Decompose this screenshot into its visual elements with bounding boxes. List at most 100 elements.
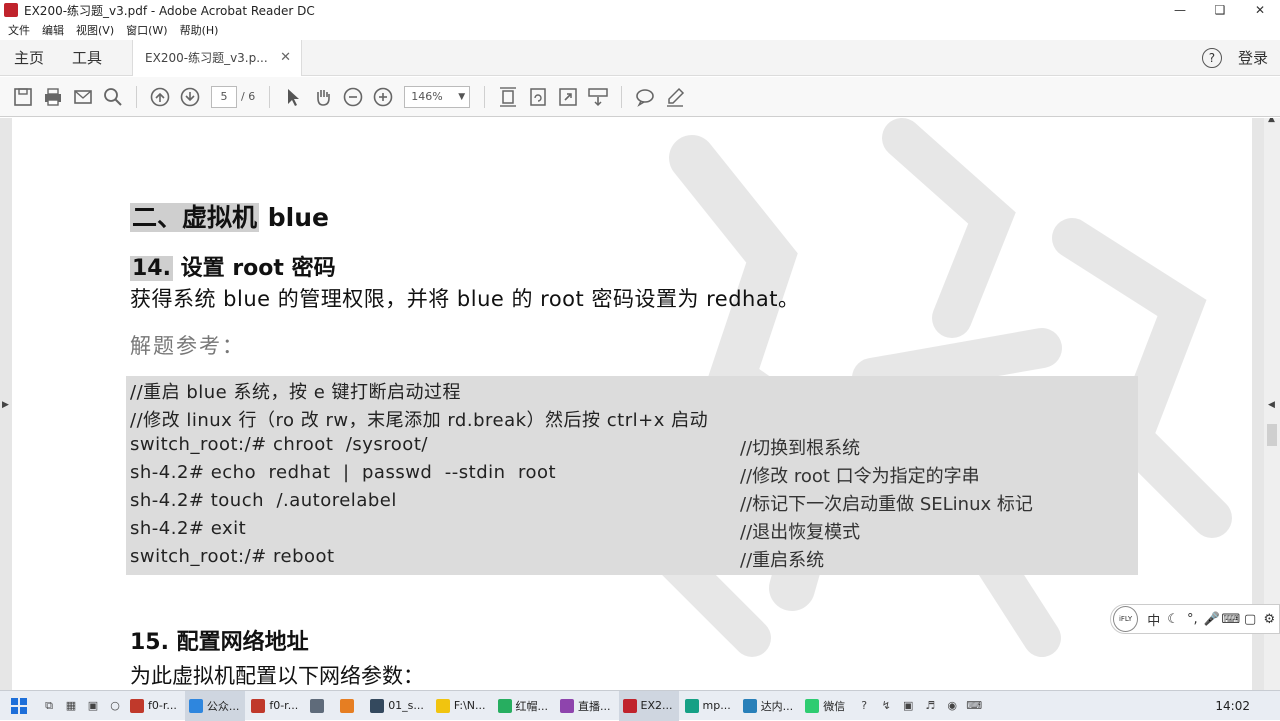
skin-icon[interactable]: ▢ [1240,612,1259,627]
microphone-icon[interactable]: 🎤 [1202,612,1221,627]
gear-icon[interactable]: ⚙ [1260,612,1279,627]
taskbar-app[interactable] [336,691,364,721]
taskbar-app[interactable]: 直播... [556,691,617,721]
pdf-page: 二、虚拟机 blue 14. 设置 root 密码 获得系统 blue 的管理权… [12,118,1252,690]
taskbar-app[interactable]: EX2... [618,690,679,721]
document-viewport[interactable]: 二、虚拟机 blue 14. 设置 root 密码 获得系统 blue 的管理权… [0,118,1280,690]
app-icon[interactable]: ○ [104,691,126,721]
zoom-out-icon[interactable] [338,82,368,112]
zoom-value: 146% [411,90,443,103]
close-tab-icon[interactable]: ✕ [280,50,291,65]
help-circle-icon[interactable]: ? [853,691,875,721]
taskbar-app[interactable]: 01_s... [366,691,430,721]
prev-page-icon[interactable] [145,82,175,112]
taskbar-app-label: f0-r... [148,699,177,712]
taskbar-app[interactable]: mp... [681,691,737,721]
comment-icon[interactable] [630,82,660,112]
clock[interactable]: 14:02 [1215,699,1250,713]
code-line: switch_root:/# reboot [130,546,335,567]
app-icon [370,698,385,713]
solution-reference-label: 解题参考： [130,334,245,358]
zoom-in-icon[interactable] [368,82,398,112]
ifly-logo-icon[interactable]: iFLY [1113,606,1139,632]
taskbar-app[interactable]: 公众... [184,690,246,721]
task-view-icon[interactable]: ⧉ [38,691,60,721]
menu-view[interactable]: 视图(V) [76,22,114,38]
app-icon [130,698,144,713]
taskbar-app[interactable]: f0-r... [247,691,304,721]
select-cursor-icon[interactable] [278,82,308,112]
highlight-pen-icon[interactable] [660,82,690,112]
document-tab-label: EX200-练习题_v3.p... [145,51,268,65]
left-pane-toggle-icon[interactable]: ▶ [2,400,9,410]
page-navigator: 5 / 6 [211,85,256,108]
next-page-icon[interactable] [175,82,205,112]
taskbar-app-label: 公众... [206,699,240,713]
menu-help[interactable]: 帮助(H) [180,22,219,38]
network-icon[interactable]: ▣ [897,691,919,721]
window-title: EX200-练习题_v3.pdf - Adobe Acrobat Reader … [24,3,315,18]
restore-button[interactable]: ❑ [1200,0,1240,20]
page-total: / 6 [241,90,256,103]
fit-page-icon[interactable] [493,82,523,112]
close-window-button[interactable]: ✕ [1240,0,1280,20]
bluetooth-icon[interactable]: ↯ [875,691,897,721]
tab-bar: 主页 工具 EX200-练习题_v3.p... ✕ ? 登录 [0,39,1280,76]
scrollbar-thumb[interactable] [1267,424,1277,446]
taskbar-app[interactable] [306,691,334,721]
question-14-number: 14. [130,256,173,281]
volume-icon[interactable]: ♬ [919,691,941,721]
help-icon[interactable]: ? [1201,47,1222,68]
menu-edit[interactable]: 编辑 [42,22,64,38]
hand-tool-icon[interactable] [308,82,338,112]
tab-document[interactable]: EX200-练习题_v3.p... ✕ [132,39,303,76]
question-15-description: 为此虚拟机配置以下网络参数： [130,664,424,688]
taskbar-app-label: 微信 [823,699,846,713]
menu-bar: 文件 编辑 视图(V) 窗口(W) 帮助(H) [0,20,1280,40]
page-number-input[interactable]: 5 [211,85,237,108]
print-icon[interactable] [38,82,68,112]
taskbar-app-label: 达内... [760,699,794,713]
app-icon[interactable]: ▣ [82,691,104,721]
keyboard-icon[interactable]: ⌨ [963,691,985,721]
tab-tools[interactable]: 工具 [58,47,116,68]
taskbar-app-label: 直播... [578,699,611,713]
rotate-icon[interactable] [523,82,553,112]
ime-language-toggle[interactable]: 中 [1144,610,1163,629]
punctuation-icon[interactable]: °, [1183,612,1202,627]
scroll-up-icon[interactable]: ▲ [1268,118,1275,124]
code-comment: //重启系统 [740,550,825,571]
keyboard-icon[interactable]: ⌨ [1221,612,1240,627]
email-icon[interactable] [68,82,98,112]
taskbar-app[interactable]: f0-r... [126,691,183,721]
section-name: blue [267,203,329,232]
code-line: sh-4.2# exit [130,518,247,539]
app-icon [684,698,699,713]
minimize-button[interactable]: — [1160,0,1200,20]
search-icon[interactable] [98,82,128,112]
app-icon [497,698,512,713]
question-14-description: 获得系统 blue 的管理权限，并将 blue 的 root 密码设置为 red… [130,287,800,311]
tab-home[interactable]: 主页 [0,47,58,68]
app-icon[interactable]: ▦ [60,691,82,721]
menu-file[interactable]: 文件 [8,22,30,38]
menu-window[interactable]: 窗口(W) [126,22,167,38]
app-icon [805,698,820,713]
zoom-select[interactable]: 146% ▼ [404,85,471,108]
taskbar-app-label: 红帽... [515,699,549,713]
taskbar-app[interactable]: 微信 [801,691,851,721]
moon-icon[interactable]: ☾ [1163,612,1182,627]
windows-start-icon[interactable] [0,691,38,721]
fullscreen-icon[interactable] [553,82,583,112]
app-icon [340,698,355,713]
code-block: //重启 blue 系统，按 e 键打断启动过程 //修改 linux 行（ro… [126,376,1138,575]
save-icon[interactable] [8,82,38,112]
right-pane-toggle-icon[interactable]: ◀ [1268,400,1275,410]
scroll-mode-icon[interactable] [583,82,613,112]
taskbar-app[interactable]: F:\N... [432,691,492,721]
wechat-icon[interactable]: ◉ [941,691,963,721]
login-button[interactable]: 登录 [1238,47,1268,68]
app-icon [742,698,757,713]
taskbar-app[interactable]: 红帽... [494,691,555,721]
taskbar-app[interactable]: 达内... [739,691,800,721]
